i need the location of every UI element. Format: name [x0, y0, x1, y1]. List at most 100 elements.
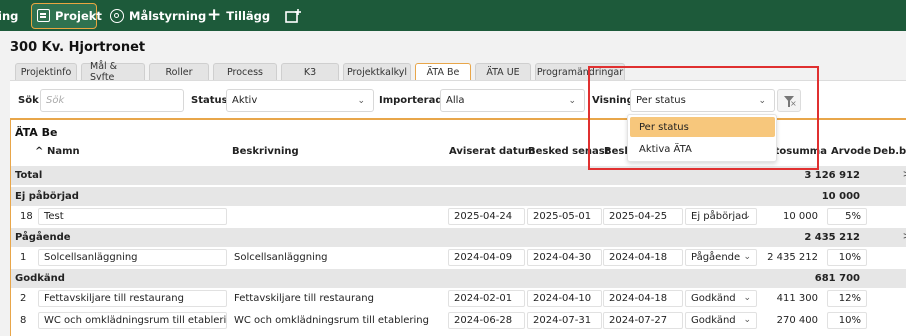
latest-date-cell[interactable]: 2025-05-01 [527, 208, 602, 225]
table-row[interactable]: 2 Fettavskiljare till restaurang Fettavs… [11, 288, 906, 309]
group-sum: 3 126 912 [804, 170, 860, 181]
column-header-description[interactable]: Beskrivning [232, 146, 299, 157]
search-label: Sök [18, 95, 39, 106]
name-cell[interactable]: Fettavskiljare till restaurang [38, 290, 227, 307]
status-cell-value: Godkänd [691, 293, 736, 304]
clipboard-icon [37, 9, 50, 22]
nav-item-label: Tillägg [226, 8, 271, 23]
sum-cell: 270 400 [776, 315, 818, 326]
notified-date-cell[interactable]: 2025-04-24 [448, 208, 525, 225]
row-number: 18 [20, 211, 33, 222]
highlight-box [588, 66, 819, 170]
chevron-down-icon: ⌄ [743, 252, 751, 262]
tab-k3[interactable]: K3 [281, 63, 339, 80]
nav-item-label: Målstyrning [129, 8, 207, 23]
status-select-cell[interactable]: Godkänd ⌄ [685, 290, 757, 307]
row-number: 2 [20, 293, 27, 304]
chevron-down-icon: ⌄ [568, 96, 576, 106]
status-select[interactable]: Aktiv ⌄ [226, 89, 374, 112]
tab-mal-syfte[interactable]: Mål & Syfte [81, 61, 145, 83]
column-header-deb[interactable]: Deb.ba [873, 146, 906, 157]
notified-date-cell[interactable]: 2024-02-01 [448, 290, 525, 307]
fee-cell[interactable]: 10% [827, 249, 867, 266]
import-select[interactable]: Alla ⌄ [440, 89, 585, 112]
notified-date-cell[interactable]: 2024-06-28 [448, 312, 525, 329]
name-cell[interactable]: Solcellsanläggning [38, 249, 227, 266]
group-label: Godkänd [15, 273, 65, 284]
grid-title: ÄTA Be [15, 126, 58, 139]
sum-cell: 411 300 [776, 293, 818, 304]
plus-icon: + [207, 5, 222, 25]
table-row[interactable]: 18 Test 2025-04-24 2025-05-01 2025-04-25… [11, 206, 906, 227]
nav-item-malstyrning[interactable]: Målstyrning [110, 0, 206, 31]
group-row-pagaende[interactable]: Pågående 2 435 212 > [11, 228, 906, 247]
status-label: Status [191, 95, 228, 106]
target-icon [110, 8, 124, 23]
status-select-cell[interactable]: Godkänd ⌄ [685, 312, 757, 329]
nav-item-tillagg[interactable]: + Tillägg [207, 0, 270, 31]
tab-bar: Projektinfo Mål & Syfte Roller Process K… [15, 61, 625, 83]
nav-item-projekt[interactable]: Projekt [37, 0, 102, 31]
fee-cell[interactable]: 12% [827, 290, 867, 307]
sum-cell: 10 000 [783, 211, 818, 222]
chevron-down-icon: ⌄ [743, 293, 751, 303]
sort-asc-icon[interactable]: ^ [35, 146, 43, 157]
status-cell-value: Godkänd [691, 315, 736, 326]
import-select-value: Alla [446, 95, 465, 106]
group-expand-icon[interactable]: > [903, 169, 906, 180]
status-select-value: Aktiv [232, 95, 258, 106]
nav-item-label: ing [0, 8, 19, 23]
tab-projektkalkyl[interactable]: Projektkalkyl [343, 63, 411, 80]
chevron-down-icon: ⌄ [743, 211, 751, 221]
group-label: Ej påbörjad [15, 191, 79, 202]
tab-ata-be[interactable]: ÄTA Be [415, 63, 471, 80]
description-cell[interactable]: WC och omklädningsrum till etablering [229, 312, 447, 329]
decided-date-cell[interactable]: 2024-04-18 [603, 249, 683, 266]
decided-date-cell[interactable]: 2025-04-25 [603, 208, 683, 225]
tab-process[interactable]: Process [213, 63, 277, 80]
page-title: 300 Kv. Hjortronet [10, 40, 146, 55]
row-number: 8 [20, 315, 27, 326]
group-expand-icon[interactable]: > [903, 231, 906, 242]
chevron-down-icon: ⌄ [743, 315, 751, 325]
name-cell[interactable]: Test [38, 208, 227, 225]
latest-date-cell[interactable]: 2024-07-31 [527, 312, 602, 329]
column-header-name[interactable]: Namn [47, 146, 80, 157]
group-row-godkand[interactable]: Godkänd 681 700 [11, 269, 906, 288]
fee-cell[interactable]: 5% [827, 208, 867, 225]
chevron-down-icon: ⌄ [357, 96, 365, 106]
nav-item-label: Projekt [55, 8, 102, 23]
status-cell-value: Pågående [691, 252, 741, 263]
tab-ata-ue[interactable]: ÄTA UE [475, 63, 531, 80]
tab-projektinfo[interactable]: Projektinfo [15, 63, 77, 80]
group-sum: 2 435 212 [804, 232, 860, 243]
nav-item-partial[interactable]: ing [0, 0, 18, 31]
fee-cell[interactable]: 10% [827, 312, 867, 329]
tab-roller[interactable]: Roller [149, 63, 209, 80]
sum-cell: 2 435 212 [767, 252, 818, 263]
group-sum: 10 000 [821, 191, 860, 202]
latest-date-cell[interactable]: 2024-04-10 [527, 290, 602, 307]
notified-date-cell[interactable]: 2024-04-09 [448, 249, 525, 266]
description-cell[interactable]: Solcellsanläggning [229, 249, 447, 266]
search-input[interactable]: Sök [40, 89, 184, 112]
status-select-cell[interactable]: Ej påbörjad ⌄ [685, 208, 757, 225]
name-cell[interactable]: WC och omklädningsrum till etablering [38, 312, 227, 329]
table-row[interactable]: 8 WC och omklädningsrum till etablering … [11, 310, 906, 331]
import-label: Importerade [379, 95, 450, 106]
decided-date-cell[interactable]: 2024-04-18 [603, 290, 683, 307]
description-cell[interactable]: Fettavskiljare till restaurang [229, 290, 447, 307]
status-select-cell[interactable]: Pågående ⌄ [685, 249, 757, 266]
top-nav: ing Projekt Målstyrning + Tillägg [0, 0, 906, 31]
group-sum: 681 700 [814, 273, 860, 284]
group-label: Total [15, 170, 43, 181]
latest-date-cell[interactable]: 2024-04-30 [527, 249, 602, 266]
description-cell[interactable] [229, 208, 447, 225]
column-header-fee[interactable]: Arvode [831, 146, 871, 157]
table-row[interactable]: 1 Solcellsanläggning Solcellsanläggning … [11, 247, 906, 268]
group-row-ej-paborjad[interactable]: Ej påbörjad 10 000 [11, 187, 906, 206]
new-window-button[interactable] [285, 0, 301, 31]
column-header-notified[interactable]: Aviserat datum [449, 146, 535, 157]
decided-date-cell[interactable]: 2024-07-27 [603, 312, 683, 329]
row-number: 1 [20, 252, 27, 263]
